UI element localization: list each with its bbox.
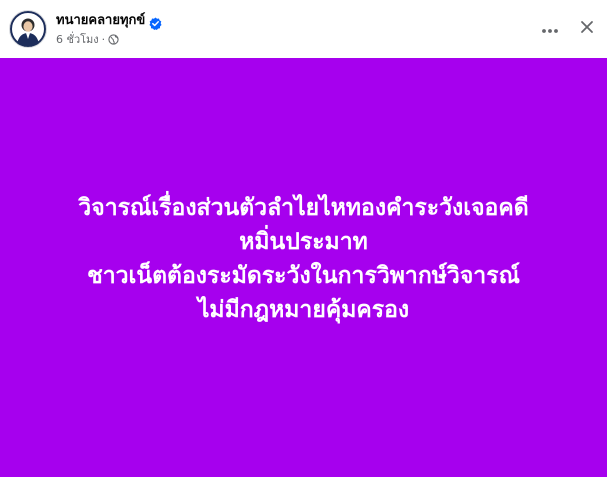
post-options-button[interactable] bbox=[539, 17, 561, 39]
post-text-line: หมิ่นประมาท bbox=[239, 228, 368, 255]
more-dots-icon bbox=[541, 19, 559, 38]
post-text-line: ไม่มีกฎหมายคุ้มครอง bbox=[197, 296, 410, 323]
hide-post-button[interactable] bbox=[576, 17, 598, 39]
verified-badge-icon bbox=[149, 15, 162, 30]
post-meta: 6 ชั่วโมง · bbox=[56, 31, 119, 47]
post-text-background[interactable]: วิจารณ์เรื่องส่วนตัวลำไยไหทองคำระวังเจอค… bbox=[0, 58, 607, 477]
post-header: ทนายคลายทุกข์ 6 ชั่วโมง · bbox=[0, 0, 607, 58]
post-text-line: ชาวเน็ตต้องระมัดระวังในการวิพากษ์วิจารณ์ bbox=[87, 262, 520, 289]
post-timestamp[interactable]: 6 ชั่วโมง bbox=[56, 30, 99, 48]
close-icon bbox=[580, 19, 594, 38]
globe-icon[interactable] bbox=[108, 33, 119, 45]
post-text: วิจารณ์เรื่องส่วนตัวลำไยไหทองคำระวังเจอค… bbox=[78, 191, 528, 327]
author-name[interactable]: ทนายคลายทุกข์ bbox=[56, 12, 145, 30]
avatar-image bbox=[10, 11, 46, 47]
post-text-line: วิจารณ์เรื่องส่วนตัวลำไยไหทองคำระวังเจอค… bbox=[78, 194, 529, 221]
author-row: ทนายคลายทุกข์ bbox=[56, 12, 162, 30]
meta-separator: · bbox=[101, 32, 106, 46]
author-avatar[interactable] bbox=[9, 10, 47, 48]
facebook-post: ทนายคลายทุกข์ 6 ชั่วโมง · วิจารณ์เรื่องส… bbox=[0, 0, 607, 477]
